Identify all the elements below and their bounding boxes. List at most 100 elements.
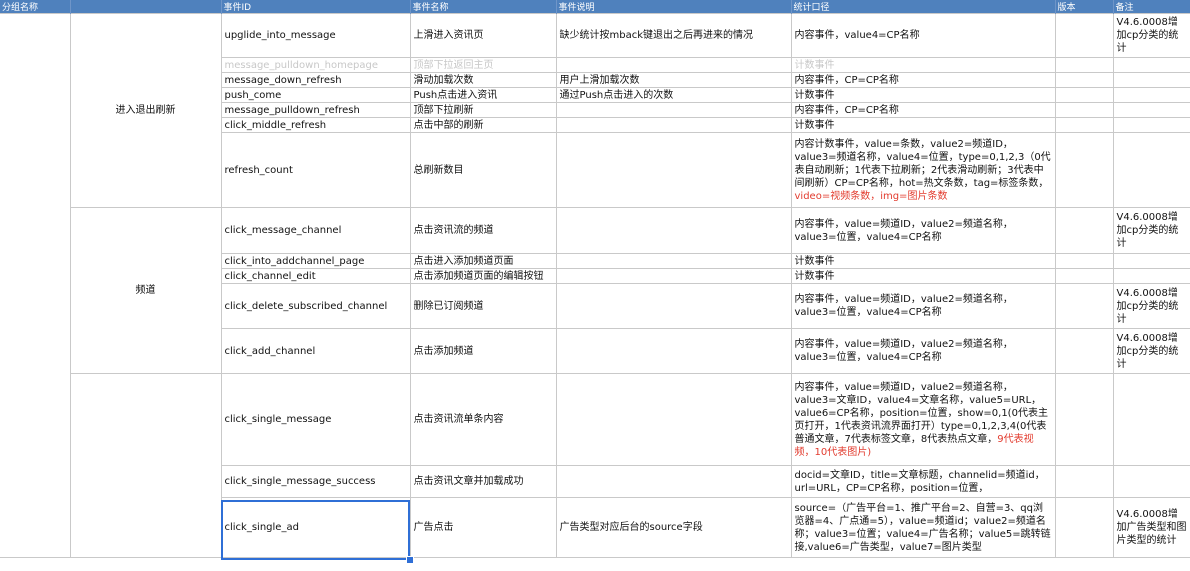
cell-note[interactable] [1112, 57, 1190, 73]
cell-event-desc[interactable]: 通过Push点击进入的次数 [555, 87, 792, 103]
cell-event-id[interactable]: click_single_message_success [220, 465, 411, 498]
cell-event-name[interactable]: 总刷新数目 [409, 132, 557, 208]
cell-event-id[interactable]: refresh_count [220, 132, 411, 208]
fill-handle[interactable] [406, 556, 414, 564]
cell-note[interactable] [1112, 72, 1190, 88]
cell-stat[interactable]: 内容计数事件，value=条数，value2=频道ID，value3=频道名称，… [790, 132, 1056, 208]
header-event-desc[interactable]: 事件说明 [556, 0, 792, 14]
cell-event-id[interactable]: upglide_into_message [220, 13, 411, 58]
cell-version[interactable] [1054, 57, 1114, 73]
cell-event-desc[interactable] [555, 465, 792, 498]
cell-stat[interactable]: 内容事件，value=频道ID，value2=频道名称，value3=位置，va… [790, 328, 1056, 374]
header-stat[interactable]: 统计口径 [791, 0, 1056, 14]
cell-stat[interactable]: 计数事件 [790, 57, 1056, 73]
header-group[interactable]: 分组名称 [0, 0, 71, 14]
cell-stat[interactable]: 内容事件，CP=CP名称 [790, 102, 1056, 118]
cell-note[interactable] [1112, 117, 1190, 133]
cell-version[interactable] [1054, 497, 1114, 558]
cell-stat[interactable]: 内容事件，value=频道ID，value2=频道名称，value3=位置，va… [790, 283, 1056, 329]
group-cell[interactable]: 频道 [70, 207, 222, 374]
cell-stat[interactable]: 内容事件，value4=CP名称 [790, 13, 1056, 58]
cell-note[interactable] [1112, 87, 1190, 103]
cell-note[interactable] [1112, 253, 1190, 269]
cell-event-name[interactable]: Push点击进入资讯 [409, 87, 557, 103]
cell-stat[interactable]: 计数事件 [790, 117, 1056, 133]
cell-event-desc[interactable] [555, 102, 792, 118]
cell-event-desc[interactable]: 用户上滑加载次数 [555, 72, 792, 88]
cell-event-name[interactable]: 点击资讯流单条内容 [409, 373, 557, 466]
cell-version[interactable] [1054, 13, 1114, 58]
header-version[interactable]: 版本 [1055, 0, 1114, 14]
cell-event-desc[interactable] [555, 207, 792, 254]
cell-event-id[interactable]: click_add_channel [220, 328, 411, 374]
cell-event-name[interactable]: 删除已订阅频道 [409, 283, 557, 329]
header-event-id[interactable]: 事件ID [221, 0, 411, 14]
cell-event-id[interactable]: message_down_refresh [220, 72, 411, 88]
cell-version[interactable] [1054, 465, 1114, 498]
cell-event-desc[interactable] [555, 57, 792, 73]
cell-event-id[interactable]: message_pulldown_homepage [220, 57, 411, 73]
cell-note[interactable]: V4.6.0008增加cp分类的统计 [1112, 283, 1190, 329]
cell-version[interactable] [1054, 72, 1114, 88]
cell-event-name[interactable]: 点击资讯流的频道 [409, 207, 557, 254]
cell-event-id[interactable]: click_single_ad [220, 497, 411, 558]
cell-event-desc[interactable] [555, 283, 792, 329]
cell-event-id[interactable]: click_channel_edit [220, 268, 411, 284]
cell-version[interactable] [1054, 328, 1114, 374]
cell-stat[interactable]: 计数事件 [790, 268, 1056, 284]
cell-version[interactable] [1054, 283, 1114, 329]
cell-event-name[interactable]: 点击添加频道页面的编辑按钮 [409, 268, 557, 284]
cell-note[interactable] [1112, 373, 1190, 466]
cell-version[interactable] [1054, 373, 1114, 466]
cell-event-id[interactable]: click_middle_refresh [220, 117, 411, 133]
cell-event-name[interactable]: 滑动加载次数 [409, 72, 557, 88]
cell-note[interactable] [1112, 132, 1190, 208]
cell-note[interactable]: V4.6.0008增加广告类型和图片类型的统计 [1112, 497, 1190, 558]
cell-event-desc[interactable]: 广告类型对应后台的source字段 [555, 497, 792, 558]
cell-stat[interactable]: 计数事件 [790, 253, 1056, 269]
cell-stat[interactable]: 内容事件，CP=CP名称 [790, 72, 1056, 88]
cell-version[interactable] [1054, 253, 1114, 269]
cell-event-desc[interactable] [555, 373, 792, 466]
cell-version[interactable] [1054, 117, 1114, 133]
cell-event-id[interactable]: message_pulldown_refresh [220, 102, 411, 118]
cell-event-name[interactable]: 点击资讯文章并加载成功 [409, 465, 557, 498]
cell-note[interactable] [1112, 102, 1190, 118]
cell-event-name[interactable]: 点击添加频道 [409, 328, 557, 374]
cell-event-name[interactable]: 点击进入添加频道页面 [409, 253, 557, 269]
cell-note[interactable] [1112, 268, 1190, 284]
cell-stat[interactable]: 计数事件 [790, 87, 1056, 103]
cell-event-desc[interactable]: 缺少统计按mback键退出之后再进来的情况 [555, 13, 792, 58]
cell-stat[interactable]: source=（广告平台=1、推广平台=2、自营=3、qq浏览器=4、广点通=5… [790, 497, 1056, 558]
cell-event-desc[interactable] [555, 268, 792, 284]
group-cell[interactable] [70, 373, 222, 558]
cell-version[interactable] [1054, 132, 1114, 208]
cell-event-id[interactable]: click_single_message [220, 373, 411, 466]
header-event-name[interactable]: 事件名称 [410, 0, 557, 14]
cell-note[interactable] [1112, 465, 1190, 498]
cell-version[interactable] [1054, 268, 1114, 284]
cell-note[interactable]: V4.6.0008增加cp分类的统计 [1112, 13, 1190, 58]
cell-event-desc[interactable] [555, 253, 792, 269]
cell-stat[interactable]: 内容事件，value=频道ID，value2=频道名称，value3=位置，va… [790, 207, 1056, 254]
cell-event-desc[interactable] [555, 117, 792, 133]
header-note[interactable]: 备注 [1113, 0, 1190, 14]
cell-event-name[interactable]: 点击中部的刷新 [409, 117, 557, 133]
cell-event-name[interactable]: 广告点击 [409, 497, 557, 558]
cell-event-desc[interactable] [555, 132, 792, 208]
cell-event-id[interactable]: click_into_addchannel_page [220, 253, 411, 269]
cell-event-id[interactable]: push_come [220, 87, 411, 103]
cell-event-name[interactable]: 上滑进入资讯页 [409, 13, 557, 58]
cell-note[interactable]: V4.6.0008增加cp分类的统计 [1112, 207, 1190, 254]
cell-version[interactable] [1054, 102, 1114, 118]
cell-event-name[interactable]: 顶部下拉返回主页 [409, 57, 557, 73]
cell-version[interactable] [1054, 207, 1114, 254]
cell-version[interactable] [1054, 87, 1114, 103]
cell-event-id[interactable]: click_delete_subscribed_channel [220, 283, 411, 329]
group-cell[interactable]: 进入退出刷新 [70, 13, 222, 208]
cell-event-name[interactable]: 顶部下拉刷新 [409, 102, 557, 118]
cell-event-id[interactable]: click_message_channel [220, 207, 411, 254]
cell-stat[interactable]: 内容事件，value=频道ID，value2=频道名称，value3=文章ID，… [790, 373, 1056, 466]
cell-note[interactable]: V4.6.0008增加cp分类的统计 [1112, 328, 1190, 374]
cell-stat[interactable]: docid=文章ID，title=文章标题，channelid=频道id，url… [790, 465, 1056, 498]
